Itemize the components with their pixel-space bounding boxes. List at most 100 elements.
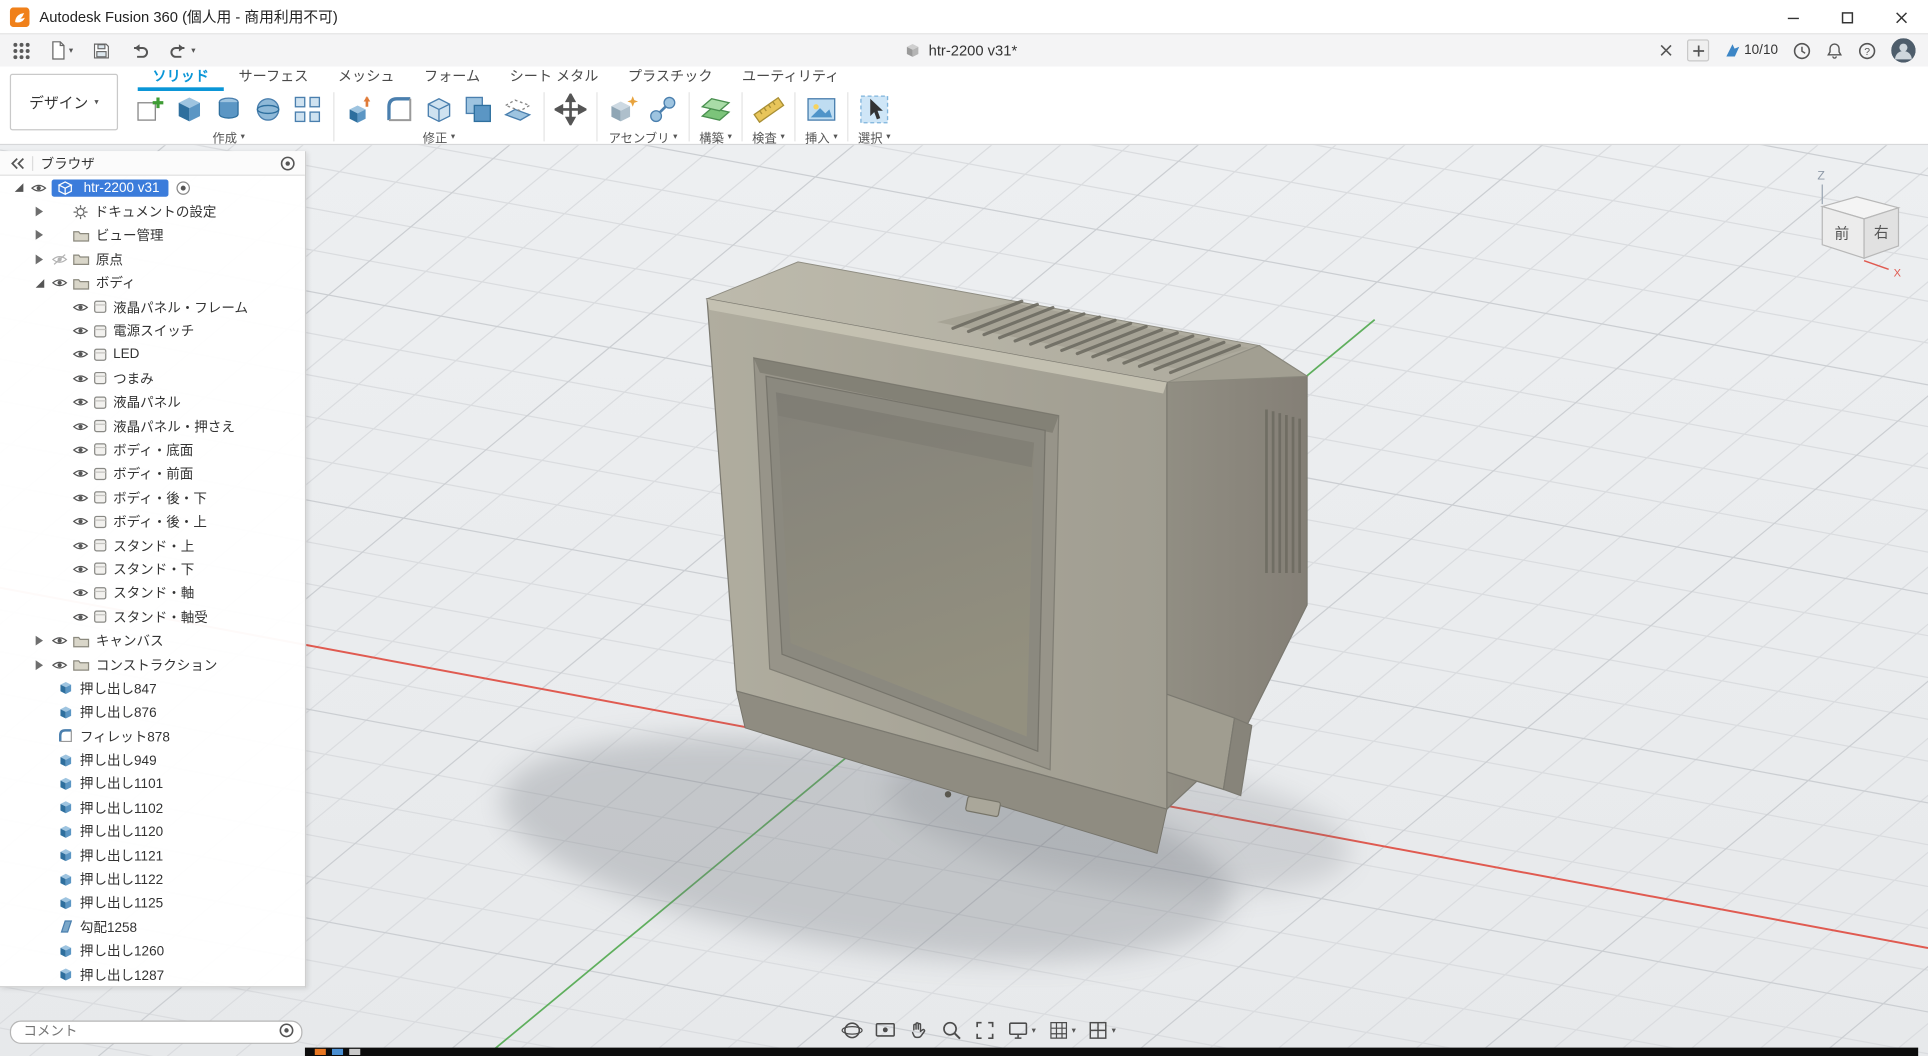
tab-surface[interactable]: サーフェス [224, 66, 323, 91]
group-label-inspect[interactable]: 検査▾ [752, 128, 785, 145]
tree-row[interactable]: 電源スイッチ [0, 319, 305, 343]
expander[interactable] [36, 254, 52, 264]
visibility-toggle[interactable] [73, 587, 94, 599]
close-tab-button[interactable] [1661, 44, 1673, 56]
expander[interactable] [15, 183, 31, 192]
minimize-button[interactable] [1766, 0, 1820, 34]
visibility-toggle[interactable] [52, 658, 73, 670]
tree-row-feature[interactable]: 押し出し1102 [0, 796, 305, 820]
group-label-select[interactable]: 選択▾ [858, 128, 891, 145]
tree-row-feature[interactable]: 押し出し876 [0, 700, 305, 724]
tree-row[interactable]: ボディ・底面 [0, 438, 305, 462]
visibility-toggle[interactable] [73, 563, 94, 575]
tab-mesh[interactable]: メッシュ [323, 66, 409, 91]
viewports-button[interactable]: ▾ [1087, 1019, 1116, 1041]
visibility-toggle[interactable] [73, 444, 94, 456]
tree-row[interactable]: スタンド・軸受 [0, 605, 305, 629]
group-label-construct[interactable]: 構築▾ [699, 128, 732, 145]
grid-settings-button[interactable]: ▾ [1047, 1019, 1076, 1041]
comment-input[interactable] [10, 1020, 303, 1043]
create-sketch-button[interactable] [130, 91, 169, 128]
visibility-toggle[interactable] [73, 468, 94, 480]
fillet-button[interactable] [380, 91, 419, 128]
shell-button[interactable] [419, 91, 458, 128]
tree-row[interactable]: コンストラクション [0, 653, 305, 677]
joint-button[interactable] [643, 91, 682, 128]
save-button[interactable] [92, 41, 110, 59]
tree-row[interactable]: キャンバス [0, 629, 305, 653]
combine-button[interactable] [459, 91, 498, 128]
document-tab[interactable]: htr-2200 v31* [904, 34, 1017, 66]
tree-row[interactable]: ドキュメントの設定 [0, 200, 305, 224]
comment-marker-icon[interactable] [279, 1023, 294, 1038]
tree-row-feature[interactable]: 押し出し1122 [0, 867, 305, 891]
tree-row[interactable]: スタンド・下 [0, 557, 305, 581]
visibility-toggle[interactable] [73, 396, 94, 408]
tree-row[interactable]: ボディ・後・下 [0, 486, 305, 510]
group-label-assemble[interactable]: アセンブリ▾ [609, 128, 678, 145]
tree-row[interactable]: ビュー管理 [0, 224, 305, 248]
offset-face-button[interactable] [498, 91, 537, 128]
primitive-button[interactable] [248, 91, 287, 128]
visibility-toggle[interactable] [31, 182, 52, 194]
viewcube[interactable]: Z 前 右 X [1798, 162, 1926, 285]
look-at-button[interactable] [874, 1019, 896, 1041]
tree-row[interactable]: ボディ [0, 271, 305, 295]
file-menu-button[interactable]: ▾ [49, 41, 73, 61]
close-window-button[interactable] [1874, 0, 1928, 34]
tree-row-root[interactable]: htr-2200 v31 [0, 176, 305, 200]
fit-button[interactable] [974, 1019, 996, 1041]
tree-row-feature[interactable]: 押し出し1121 [0, 843, 305, 867]
group-label-modify[interactable]: 修正▾ [423, 128, 456, 145]
visibility-toggle[interactable] [73, 611, 94, 623]
insert-image-button[interactable] [802, 91, 841, 128]
tab-utilities[interactable]: ユーティリティ [727, 66, 854, 91]
visibility-toggle[interactable] [52, 277, 73, 289]
tab-solid[interactable]: ソリッド [138, 66, 224, 91]
pan-button[interactable] [907, 1019, 929, 1041]
history-button[interactable] [1793, 41, 1811, 59]
select-button[interactable] [855, 91, 894, 128]
expander[interactable] [36, 660, 52, 670]
tree-row[interactable]: 液晶パネル・フレーム [0, 295, 305, 319]
display-settings-button[interactable]: ▾ [1007, 1019, 1036, 1041]
tree-row-feature[interactable]: フィレット878 [0, 724, 305, 748]
expander[interactable] [36, 636, 52, 646]
avatar[interactable] [1891, 38, 1916, 63]
tree-row[interactable]: スタンド・軸 [0, 581, 305, 605]
tab-form[interactable]: フォーム [409, 66, 495, 91]
group-label-create[interactable]: 作成▾ [212, 128, 245, 145]
tree-row-feature[interactable]: 勾配1258 [0, 915, 305, 939]
orbit-button[interactable] [841, 1019, 863, 1041]
undo-button[interactable] [129, 42, 150, 59]
tree-row[interactable]: スタンド・上 [0, 533, 305, 557]
tree-row[interactable]: ボディ・前面 [0, 462, 305, 486]
tab-sheetmetal[interactable]: シート メタル [495, 66, 613, 91]
tree-row[interactable]: 液晶パネル・押さえ [0, 414, 305, 438]
pattern-button[interactable] [288, 91, 327, 128]
press-pull-button[interactable] [341, 91, 380, 128]
measure-button[interactable] [749, 91, 788, 128]
move-button[interactable] [551, 91, 590, 128]
tree-row-feature[interactable]: 押し出し1125 [0, 891, 305, 915]
notifications-button[interactable] [1826, 41, 1843, 59]
visibility-toggle[interactable] [52, 635, 73, 647]
expander[interactable] [36, 231, 52, 241]
workspace-selector[interactable]: デザイン ▾ [10, 74, 118, 131]
expander[interactable] [36, 279, 52, 288]
tree-row[interactable]: LED [0, 343, 305, 367]
tree-row[interactable]: つまみ [0, 367, 305, 391]
visibility-toggle[interactable] [73, 515, 94, 527]
tree-row[interactable]: 原点 [0, 247, 305, 271]
visibility-toggle[interactable] [73, 301, 94, 313]
zoom-button[interactable] [941, 1019, 963, 1041]
visibility-toggle[interactable] [73, 348, 94, 360]
revolve-button[interactable] [209, 91, 248, 128]
visibility-toggle[interactable] [73, 325, 94, 337]
tree-row-feature[interactable]: 押し出し1260 [0, 939, 305, 963]
tree-row-feature[interactable]: 押し出し1101 [0, 772, 305, 796]
visibility-toggle[interactable] [73, 539, 94, 551]
job-status[interactable]: 10/10 [1724, 42, 1778, 59]
app-grid-button[interactable] [12, 41, 30, 59]
collapse-panel-icon[interactable] [10, 157, 25, 169]
